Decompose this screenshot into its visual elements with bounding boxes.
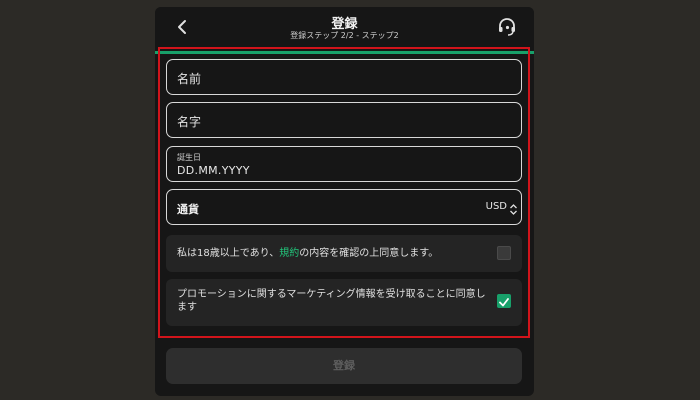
- last-name-placeholder: 名字: [177, 115, 202, 129]
- register-button[interactable]: 登録: [166, 348, 522, 384]
- currency-select[interactable]: 通貨 USD: [166, 189, 522, 225]
- birthdate-field[interactable]: 誕生日 DD.MM.YYYY: [166, 146, 522, 182]
- checkmark-icon: [499, 298, 509, 307]
- first-name-placeholder: 名前: [177, 72, 202, 86]
- modal-header: 登録 登録ステップ 2/2 - ステップ2: [155, 7, 534, 51]
- step-indicator: 登録ステップ 2/2 - ステップ2: [290, 31, 399, 40]
- headset-icon[interactable]: [496, 16, 518, 38]
- birthdate-placeholder: DD.MM.YYYY: [177, 164, 250, 177]
- marketing-consent-text: プロモーションに関するマーケティング情報を受け取ることに同意します: [177, 289, 486, 313]
- marketing-checkbox[interactable]: [497, 294, 511, 308]
- terms-checkbox[interactable]: [497, 246, 511, 260]
- terms-consent-text: 私は18歳以上であり、規約の内容を確認の上同意します。: [177, 248, 439, 259]
- terms-link[interactable]: 規約: [279, 248, 299, 259]
- terms-consent-row[interactable]: 私は18歳以上であり、規約の内容を確認の上同意します。: [166, 235, 522, 272]
- currency-label: 通貨: [177, 203, 199, 216]
- chevron-up-down-icon: [509, 201, 518, 215]
- registration-modal: 登録 登録ステップ 2/2 - ステップ2 名前 名字 誕生日 DD.MM.YY…: [155, 7, 534, 396]
- first-name-field[interactable]: 名前: [166, 59, 522, 95]
- currency-value: USD: [485, 201, 507, 212]
- marketing-consent-row[interactable]: プロモーションに関するマーケティング情報を受け取ることに同意します: [166, 279, 522, 326]
- last-name-field[interactable]: 名字: [166, 102, 522, 138]
- birthdate-label: 誕生日: [177, 153, 201, 162]
